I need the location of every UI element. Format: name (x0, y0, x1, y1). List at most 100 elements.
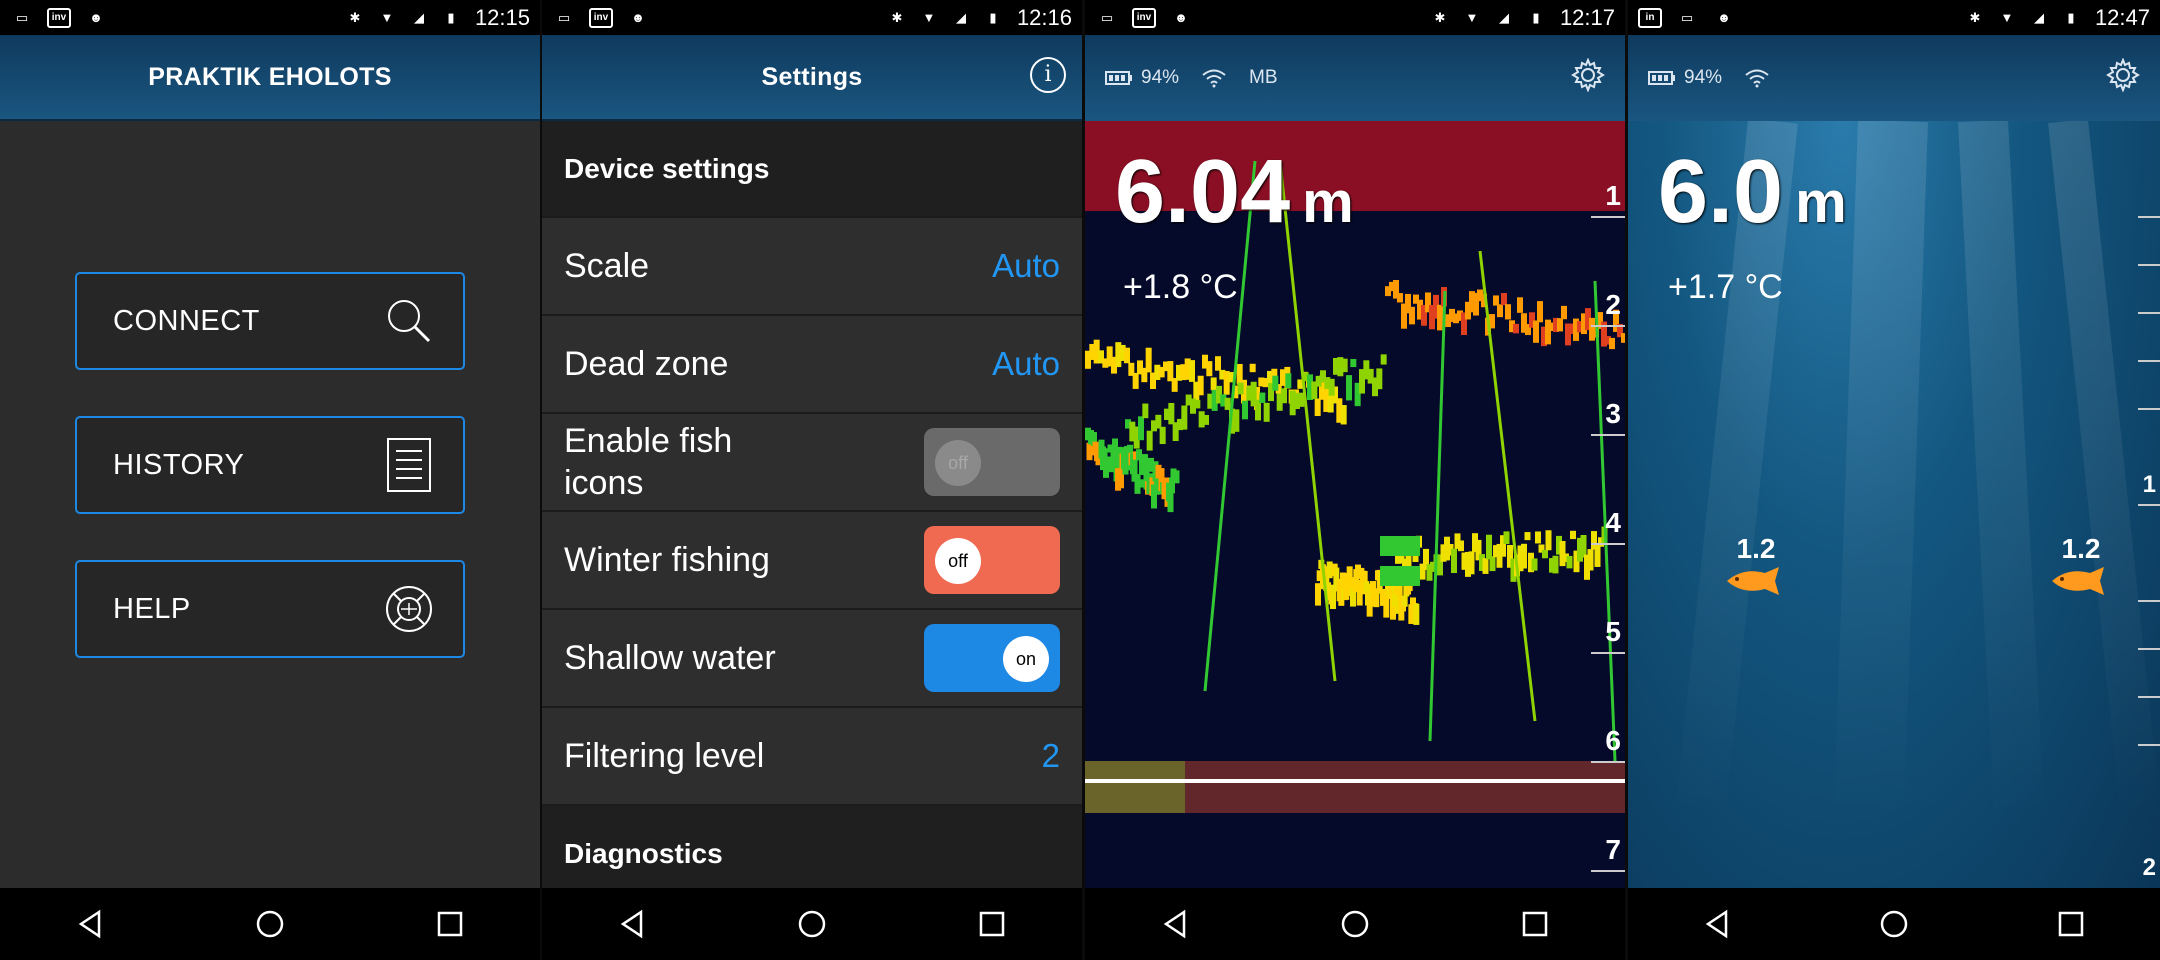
scale-setting[interactable]: Scale Auto (542, 218, 1082, 316)
home-icon[interactable] (782, 899, 842, 949)
filtering-level-value: 2 (1041, 737, 1060, 774)
sonar-screen: ▭ inv ☻ ✱ ▼ ◢ ▮ 12:17 94% MB 6.04 m +1.8 … (1085, 0, 1625, 960)
toggle-knob: off (935, 538, 981, 584)
home-icon[interactable] (1325, 899, 1385, 949)
app-notification-icon: inv (1132, 7, 1156, 28)
fish-icon (2052, 567, 2104, 595)
cell-signal-icon: ◢ (413, 9, 424, 25)
echo-mark (1503, 531, 1510, 545)
shallow-water-toggle[interactable]: on (924, 624, 1060, 692)
search-icon (381, 293, 437, 349)
echo-mark (1383, 597, 1390, 618)
echo-mark (1505, 304, 1511, 320)
echo-mark (1350, 359, 1357, 368)
echo-mark (1531, 558, 1538, 571)
filtering-level-label: Filtering level (564, 737, 765, 775)
fish-echo (1380, 536, 1420, 556)
home-icon[interactable] (1864, 899, 1924, 949)
fish-icons-label: Enable fish icons (564, 422, 733, 502)
fish-icons-setting: Enable fish icons off (542, 414, 1082, 512)
help-button[interactable]: HELP (75, 560, 465, 658)
back-icon[interactable] (602, 899, 662, 949)
history-button[interactable]: HISTORY (75, 416, 465, 514)
scale-label: 7 (1605, 834, 1621, 865)
echo-mark (1189, 360, 1195, 382)
echo-mark (1132, 372, 1139, 389)
echo-mark (1137, 479, 1144, 488)
dead-zone-value: Auto (992, 345, 1060, 382)
gallery-notification-icon: ▭ (15, 9, 29, 25)
echo-mark (1242, 400, 1248, 420)
scale-label: 6 (1605, 725, 1621, 756)
echo-mark (1281, 388, 1287, 404)
echo-mark (1517, 297, 1523, 313)
app-title: PRAKTIK EHOLOTS (148, 62, 392, 91)
dead-zone-setting[interactable]: Dead zone Auto (542, 316, 1082, 414)
app-notification-icon: inv (47, 7, 71, 28)
echo-mark (1237, 382, 1244, 395)
settings-gear-icon[interactable] (2106, 57, 2140, 98)
device-battery: 94% (1105, 67, 1179, 89)
back-icon[interactable] (1687, 899, 1747, 949)
echo-mark (1210, 377, 1217, 391)
settings-title: Settings (761, 62, 863, 91)
echo-mark (1376, 368, 1383, 390)
echo-mark (1328, 378, 1335, 396)
echo-mark (1535, 531, 1541, 544)
back-icon[interactable] (60, 899, 120, 949)
echo-mark (1542, 549, 1548, 559)
settings-list: Device settings Scale Auto Dead zone Aut… (542, 121, 1082, 903)
depth-scale: 1 2 3 4 5 6 7 (1575, 121, 1625, 888)
sonar-topbar: 94% MB (1085, 35, 1625, 121)
recents-icon[interactable] (1505, 899, 1565, 949)
toggle-knob: off (935, 440, 981, 486)
bluetooth-icon: ✱ (349, 9, 361, 25)
device-battery: 94% (1648, 67, 1722, 89)
echo-mark (1142, 403, 1149, 419)
water-temperature: +1.7 °C (1668, 268, 1783, 306)
connect-button[interactable]: CONNECT (75, 272, 465, 370)
nav-bar (1085, 888, 1625, 960)
echo-mark (1215, 356, 1221, 371)
scale-tick (2138, 744, 2160, 746)
wifi-icon: ▼ (1465, 10, 1479, 25)
echo-mark (1524, 532, 1531, 541)
wifi-icon: ▼ (380, 10, 394, 25)
fish-depth-label: 1.2 (1736, 533, 1776, 564)
bluetooth-icon: ✱ (891, 9, 903, 25)
scale-label: 1 (1605, 180, 1621, 211)
shallow-water-setting: Shallow water on (542, 610, 1082, 708)
echo-mark (1401, 595, 1408, 607)
fish-view-screen: in ▭ ☻ ✱ ▼ ◢ ▮ 12:47 94% 6.0 m +1.7 °C 1… (1628, 0, 2160, 960)
echo-mark (1259, 392, 1266, 403)
info-icon[interactable]: i (1030, 57, 1066, 93)
fish-icons-toggle[interactable]: off (924, 428, 1060, 496)
status-time: 12:17 (1559, 4, 1615, 30)
device-settings-section: Device settings (542, 121, 1082, 218)
filtering-level-setting[interactable]: Filtering level 2 (542, 708, 1082, 806)
recents-icon[interactable] (962, 899, 1022, 949)
scale-label: 1 (2142, 471, 2156, 498)
scale-tick (1591, 761, 1625, 763)
back-icon[interactable] (1145, 899, 1205, 949)
cell-signal-icon: ◢ (955, 9, 966, 25)
recents-icon[interactable] (2041, 899, 2101, 949)
echo-mark (1263, 402, 1270, 422)
echo-mark (1561, 305, 1567, 320)
status-bar: ▭ inv ☻ ✱ ▼ ◢ ▮ 12:17 (1085, 0, 1625, 35)
lifebuoy-icon (381, 581, 437, 637)
wifi-connection-icon (1744, 68, 1770, 88)
help-label: HELP (113, 592, 191, 625)
fish-marker: 1.2 (2041, 533, 2121, 602)
echo-mark (1437, 304, 1443, 331)
echo-mark (1203, 415, 1209, 425)
echo-mark (1197, 375, 1204, 396)
echo-mark (1533, 320, 1539, 343)
settings-gear-icon[interactable] (1571, 57, 1605, 98)
home-icon[interactable] (240, 899, 300, 949)
fish-depth-label: 1.2 (2061, 533, 2101, 564)
recents-icon[interactable] (420, 899, 480, 949)
echo-mark (1168, 402, 1175, 425)
winter-fishing-toggle[interactable]: off (924, 526, 1060, 594)
fish-icon (1727, 567, 1779, 595)
